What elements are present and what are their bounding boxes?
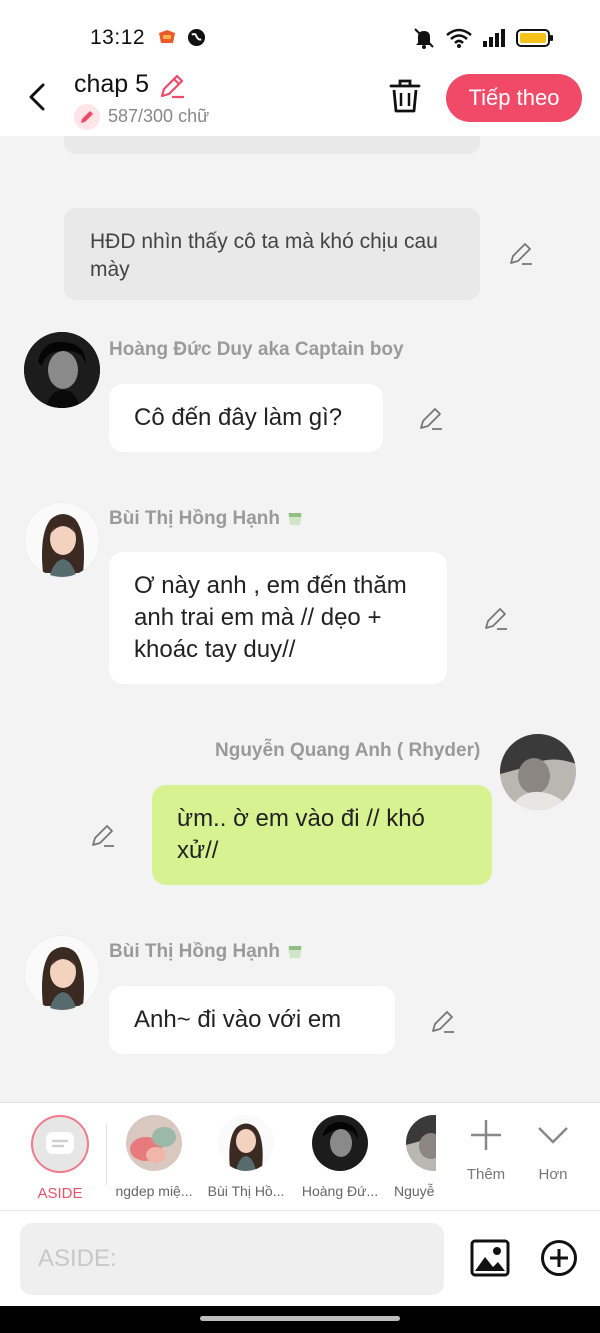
character-bar: ASIDE ngdep miệ... Bùi Thị Hồ... Hoàng Đ… (0, 1102, 600, 1210)
character-name: Hoàng Đứ... (301, 1183, 379, 1199)
input-row (0, 1210, 600, 1306)
avatar-bui-thi-hong-hanh[interactable] (24, 935, 100, 1011)
aside-label: ASIDE (37, 1185, 83, 1202)
edit-pencil-icon[interactable] (418, 405, 444, 431)
game-notification-icon (159, 30, 175, 43)
home-gesture-bar[interactable] (200, 1316, 400, 1321)
status-icons (412, 26, 554, 50)
word-count-badge (74, 104, 100, 130)
character-avatar (218, 1115, 274, 1171)
back-button[interactable] (22, 82, 52, 112)
system-nav-bar (0, 1306, 600, 1333)
globe-notification-icon (187, 28, 206, 47)
avatar-image (25, 936, 99, 1010)
plus-circle-icon[interactable] (540, 1239, 578, 1277)
chevron-down-icon (538, 1127, 568, 1144)
sender-name: Bùi Thị Hồng Hạnh (109, 508, 304, 530)
wifi-icon (446, 28, 472, 48)
status-time: 13:12 (90, 26, 146, 49)
message-bubble[interactable]: Ơ này anh , em đến thăm anh trai em mà /… (109, 552, 447, 684)
character-item[interactable]: Nguyễ (386, 1115, 436, 1199)
character-avatar (312, 1115, 368, 1171)
character-name: Nguyễ (394, 1183, 435, 1199)
avatar-image (500, 734, 576, 810)
character-item[interactable]: ngdep miệ... (106, 1115, 202, 1199)
sender-name: Bùi Thị Hồng Hạnh (109, 941, 304, 963)
aside-character[interactable]: ASIDE (12, 1115, 108, 1202)
edit-pencil-icon[interactable] (508, 240, 534, 266)
chat-area[interactable]: HĐD nhìn thấy cô ta mà khó chịu cau mày … (0, 136, 600, 1102)
aside-message-icon (46, 1132, 74, 1154)
pencil-icon (81, 111, 93, 123)
expand-button[interactable]: Hơn (523, 1117, 583, 1183)
chapter-title[interactable]: chap 5 (74, 70, 149, 99)
tea-cup-icon (287, 946, 302, 958)
avatar-hoang-duc-duy[interactable] (24, 332, 100, 408)
battery-icon (516, 29, 553, 47)
edit-pencil-icon[interactable] (90, 822, 116, 848)
character-avatar (406, 1115, 436, 1171)
edit-title-pencil-icon[interactable] (158, 72, 186, 100)
character-item[interactable]: Hoàng Đứ... (292, 1115, 388, 1199)
edit-pencil-icon[interactable] (483, 605, 509, 631)
avatar-nguyen-quang-anh[interactable] (500, 734, 576, 810)
edit-pencil-icon[interactable] (430, 1008, 456, 1034)
avatar-image (25, 503, 99, 577)
character-avatar (126, 1115, 182, 1171)
trash-icon[interactable] (388, 78, 422, 114)
message-bubble[interactable]: Anh~ đi vào với em (109, 986, 395, 1054)
sender-name: Hoàng Đức Duy aka Captain boy (109, 339, 404, 360)
aside-avatar (31, 1115, 89, 1173)
character-name: Bùi Thị Hồ... (207, 1183, 285, 1199)
signal-icon (483, 29, 505, 47)
character-item[interactable]: Bùi Thị Hồ... (198, 1115, 294, 1199)
tea-cup-icon (287, 513, 302, 525)
message-bubble-self[interactable]: ừm.. ờ em vào đi // khó xử// (152, 785, 492, 885)
add-character-button[interactable]: Thêm (456, 1117, 516, 1183)
next-button[interactable]: Tiếp theo (446, 74, 582, 122)
add-icon (471, 1120, 501, 1150)
expand-label: Hơn (538, 1166, 568, 1183)
status-bar: 13:12 (0, 0, 600, 70)
add-label: Thêm (466, 1166, 506, 1183)
word-count: 587/300 chữ (108, 106, 210, 126)
narration-bubble-partial[interactable] (64, 136, 480, 154)
image-icon[interactable] (470, 1239, 510, 1277)
back-icon (29, 83, 45, 111)
editor-header: chap 5 587/300 chữ Tiếp theo (0, 70, 600, 136)
mute-bell-icon (414, 28, 434, 49)
avatar-bui-thi-hong-hanh[interactable] (24, 502, 100, 578)
avatar-image (24, 332, 100, 408)
aside-input[interactable] (20, 1223, 444, 1295)
sender-name: Nguyễn Quang Anh ( Rhyder) (215, 740, 481, 761)
narration-bubble[interactable]: HĐD nhìn thấy cô ta mà khó chịu cau mày (64, 208, 480, 300)
message-bubble[interactable]: Cô đến đây làm gì? (109, 384, 383, 452)
character-name: ngdep miệ... (115, 1183, 193, 1199)
